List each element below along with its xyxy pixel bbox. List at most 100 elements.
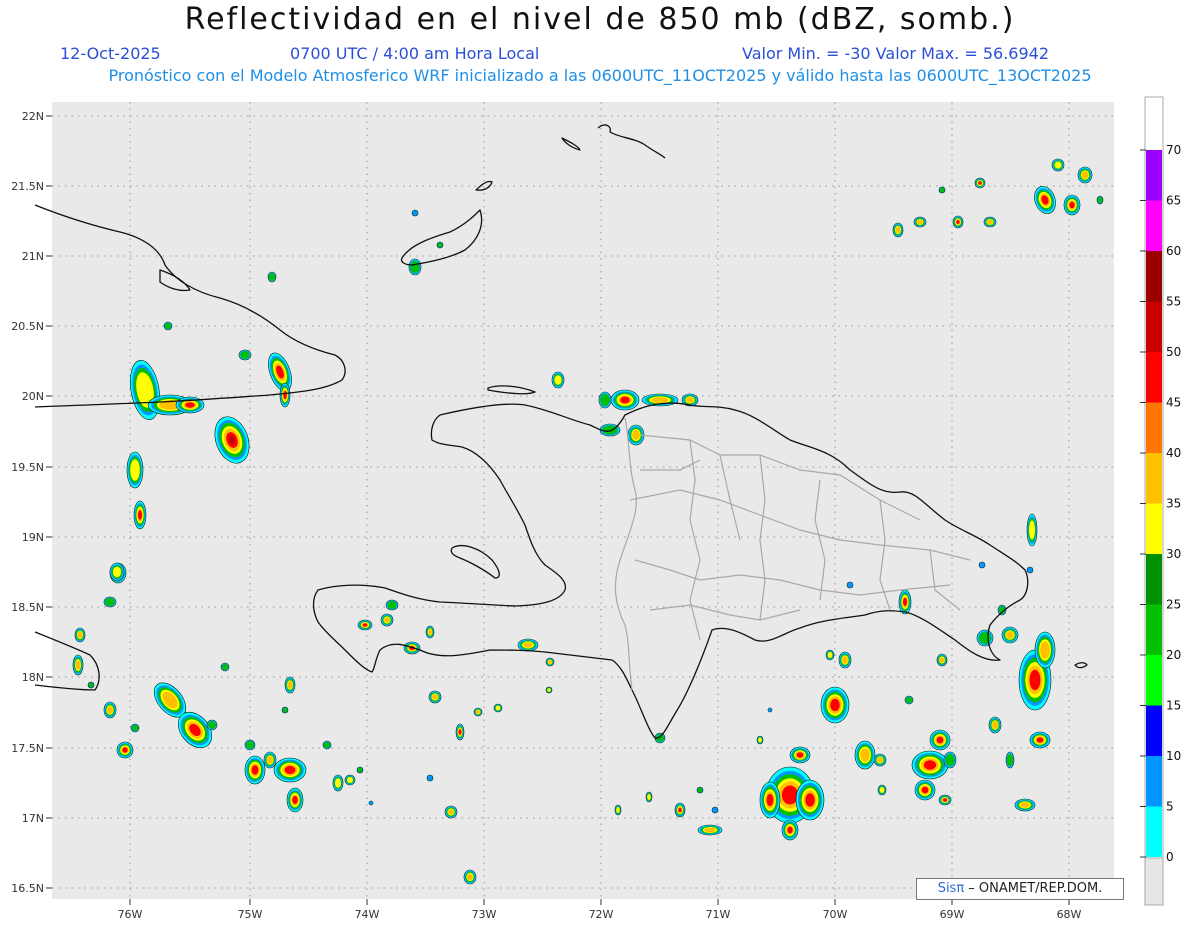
colorbar-segment bbox=[1146, 554, 1162, 605]
echo-cell bbox=[436, 241, 444, 249]
lat-tick-label: 19.5N bbox=[11, 461, 44, 474]
echo-cell bbox=[767, 707, 773, 713]
echo-cell bbox=[911, 750, 949, 780]
echo-cell bbox=[825, 649, 835, 661]
lat-tick-label: 20N bbox=[22, 390, 44, 403]
echo-cell bbox=[711, 806, 719, 814]
lon-tick-label: 74W bbox=[355, 908, 380, 921]
credit-box: Sisπ – ONAMET/REP.DOM. bbox=[916, 878, 1124, 900]
echo-cell bbox=[598, 391, 612, 409]
echo-cell bbox=[1029, 731, 1051, 749]
lat-tick-label: 16.5N bbox=[11, 882, 44, 895]
echo-cell bbox=[408, 258, 422, 276]
lat-tick-label: 17N bbox=[22, 812, 44, 825]
colorbar-segment bbox=[1146, 352, 1162, 403]
echo-cell bbox=[87, 681, 95, 689]
echo-cell bbox=[133, 500, 147, 530]
lon-tick-label: 69W bbox=[940, 908, 965, 921]
echo-cell bbox=[411, 209, 419, 217]
lat-tick-label: 21.5N bbox=[11, 180, 44, 193]
colorbar-label: 50 bbox=[1166, 345, 1181, 359]
lon-tick-label: 72W bbox=[589, 908, 614, 921]
echo-cell bbox=[425, 625, 435, 639]
echo-cell bbox=[286, 787, 304, 813]
echo-cell bbox=[913, 216, 927, 228]
colorbar-label: 55 bbox=[1166, 295, 1181, 309]
colorbar-below-range bbox=[1144, 857, 1164, 906]
colorbar-label: 20 bbox=[1166, 648, 1181, 662]
lat-tick-label: 20.5N bbox=[11, 320, 44, 333]
colorbar-label: 35 bbox=[1166, 497, 1181, 511]
echo-cell bbox=[1034, 631, 1056, 669]
echo-cell bbox=[854, 740, 876, 770]
echo-cell bbox=[244, 739, 256, 751]
colorbar-segment bbox=[1146, 301, 1162, 352]
echo-cell bbox=[545, 686, 553, 694]
echo-cell bbox=[1051, 158, 1065, 172]
echo-cell bbox=[332, 774, 344, 792]
echo-cell bbox=[974, 177, 986, 189]
echo-cell bbox=[983, 216, 997, 228]
lat-tick-label: 18.5N bbox=[11, 601, 44, 614]
echo-cell bbox=[279, 382, 291, 408]
lon-tick-label: 70W bbox=[823, 908, 848, 921]
colorbar-segment bbox=[1146, 756, 1162, 807]
echo-cell bbox=[1026, 566, 1034, 574]
echo-cell bbox=[914, 779, 936, 801]
echo-cell bbox=[74, 627, 86, 643]
echo-cell bbox=[873, 753, 887, 767]
echo-cell bbox=[493, 703, 503, 713]
echo-cell bbox=[697, 824, 723, 836]
lat-tick-label: 18N bbox=[22, 671, 44, 684]
colorbar-segment bbox=[1146, 655, 1162, 706]
lon-tick-label: 76W bbox=[118, 908, 143, 921]
echo-cell bbox=[163, 321, 173, 331]
colorbar-label: 5 bbox=[1166, 800, 1174, 814]
echo-cell bbox=[463, 869, 477, 885]
echo-cell bbox=[72, 654, 84, 676]
echo-cell bbox=[455, 723, 465, 741]
credit-text: – ONAMET/REP.DOM. bbox=[964, 881, 1103, 896]
colorbar-label: 0 bbox=[1166, 850, 1174, 864]
echo-cell bbox=[551, 371, 565, 389]
echo-cell bbox=[952, 215, 964, 229]
echo-cell bbox=[614, 804, 622, 816]
colorbar-segment bbox=[1146, 150, 1162, 201]
echo-cell bbox=[428, 690, 442, 704]
lon-tick-label: 73W bbox=[472, 908, 497, 921]
echo-cell bbox=[943, 751, 957, 769]
echo-cell bbox=[795, 779, 825, 821]
echo-cell bbox=[238, 349, 252, 361]
colorbar-label: 15 bbox=[1166, 699, 1181, 713]
colorbar: 7065605550454035302520151050 bbox=[1140, 96, 1181, 906]
colorbar-label: 70 bbox=[1166, 143, 1181, 157]
lat-tick-label: 21N bbox=[22, 250, 44, 263]
echo-cell bbox=[978, 561, 986, 569]
echo-cell bbox=[1026, 513, 1038, 547]
echo-cell bbox=[284, 676, 296, 694]
echo-cell bbox=[267, 271, 277, 283]
echo-cell bbox=[674, 802, 686, 818]
colorbar-segment bbox=[1146, 705, 1162, 756]
colorbar-label: 60 bbox=[1166, 244, 1181, 258]
echo-cell bbox=[1077, 166, 1093, 184]
echo-cell bbox=[244, 755, 266, 785]
colorbar-label: 40 bbox=[1166, 446, 1181, 460]
echo-cell bbox=[426, 774, 434, 782]
echo-cell bbox=[273, 757, 307, 783]
echo-cell bbox=[877, 784, 887, 796]
echo-cell bbox=[116, 741, 134, 759]
echo-cell bbox=[976, 629, 994, 647]
echo-cell bbox=[356, 766, 364, 774]
echo-cell bbox=[645, 791, 653, 803]
echo-cell bbox=[846, 581, 854, 589]
colorbar-label: 30 bbox=[1166, 547, 1181, 561]
echo-cell bbox=[936, 653, 948, 667]
echo-cell bbox=[220, 662, 230, 672]
echo-cell bbox=[103, 596, 117, 608]
colorbar-label: 65 bbox=[1166, 194, 1181, 208]
echo-cell bbox=[206, 719, 218, 731]
echo-cell bbox=[126, 451, 144, 489]
echo-cell bbox=[103, 701, 117, 719]
echo-cell bbox=[109, 562, 125, 582]
